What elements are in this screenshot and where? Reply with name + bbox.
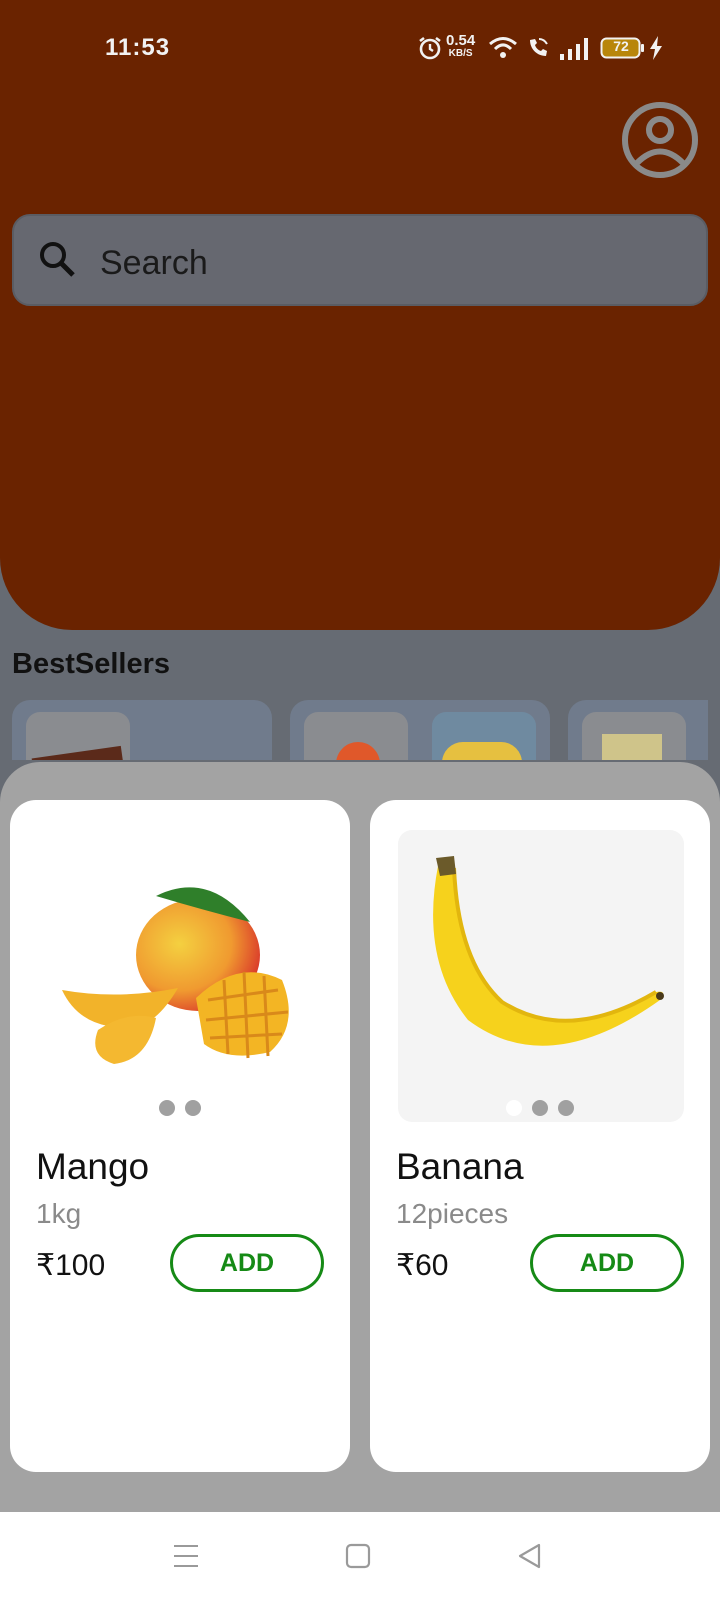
account-circle-icon[interactable] bbox=[620, 100, 700, 180]
cake-image bbox=[582, 712, 686, 760]
image-indicator[interactable] bbox=[10, 1100, 350, 1121]
bestseller-card[interactable] bbox=[568, 700, 708, 760]
menu-icon[interactable] bbox=[172, 1542, 200, 1570]
alarm-icon bbox=[419, 36, 441, 60]
indicator-dot[interactable] bbox=[185, 1100, 201, 1116]
home-square-icon[interactable] bbox=[344, 1542, 372, 1570]
section-title-bestsellers: BestSellers bbox=[12, 648, 170, 680]
wifi-call-icon bbox=[530, 38, 548, 56]
indicator-dot[interactable] bbox=[159, 1100, 175, 1116]
bestsellers-carousel[interactable] bbox=[12, 700, 708, 760]
banana-image bbox=[432, 712, 536, 760]
product-quantity: 12pieces bbox=[396, 1198, 509, 1229]
add-button[interactable]: ADD bbox=[530, 1234, 684, 1292]
bestseller-card[interactable] bbox=[290, 700, 550, 760]
indicator-dot[interactable] bbox=[532, 1100, 548, 1116]
mango-image bbox=[38, 830, 324, 1122]
net-speed-value: 0.54 bbox=[446, 32, 476, 49]
add-button[interactable]: ADD bbox=[170, 1234, 324, 1292]
net-speed-unit: KB/S bbox=[448, 48, 473, 59]
signal-icon bbox=[560, 38, 588, 60]
banana-image bbox=[398, 830, 684, 1122]
net-speed: 0.54 KB/S bbox=[446, 32, 476, 60]
battery-level: 72 bbox=[613, 38, 629, 54]
wifi-icon bbox=[489, 37, 517, 58]
indicator-dot[interactable] bbox=[506, 1100, 522, 1116]
image-indicator[interactable] bbox=[370, 1100, 710, 1121]
back-triangle-icon[interactable] bbox=[516, 1542, 544, 1570]
product-price: ₹100 bbox=[36, 1249, 106, 1282]
search-icon bbox=[40, 242, 75, 277]
charging-icon bbox=[650, 36, 662, 60]
bestseller-card[interactable] bbox=[12, 700, 272, 760]
status-time: 11:53 bbox=[105, 34, 171, 61]
chocolate-image bbox=[26, 712, 130, 760]
product-card-banana[interactable]: Banana 12pieces ₹60 ADD bbox=[370, 800, 710, 1472]
search-bar[interactable]: Search bbox=[12, 214, 708, 306]
product-card-mango[interactable]: Mango 1kg ₹100 ADD bbox=[10, 800, 350, 1472]
indicator-dot[interactable] bbox=[558, 1100, 574, 1116]
product-name: Mango bbox=[36, 1146, 150, 1187]
mango-image bbox=[304, 712, 408, 760]
product-price: ₹60 bbox=[396, 1249, 449, 1282]
product-quantity: 1kg bbox=[36, 1198, 82, 1229]
status-bar: 11:53 0.54 KB/S 72 bbox=[0, 0, 720, 96]
product-name: Banana bbox=[396, 1146, 524, 1187]
search-input[interactable]: Search bbox=[100, 244, 208, 283]
system-nav-bar bbox=[0, 1512, 720, 1600]
